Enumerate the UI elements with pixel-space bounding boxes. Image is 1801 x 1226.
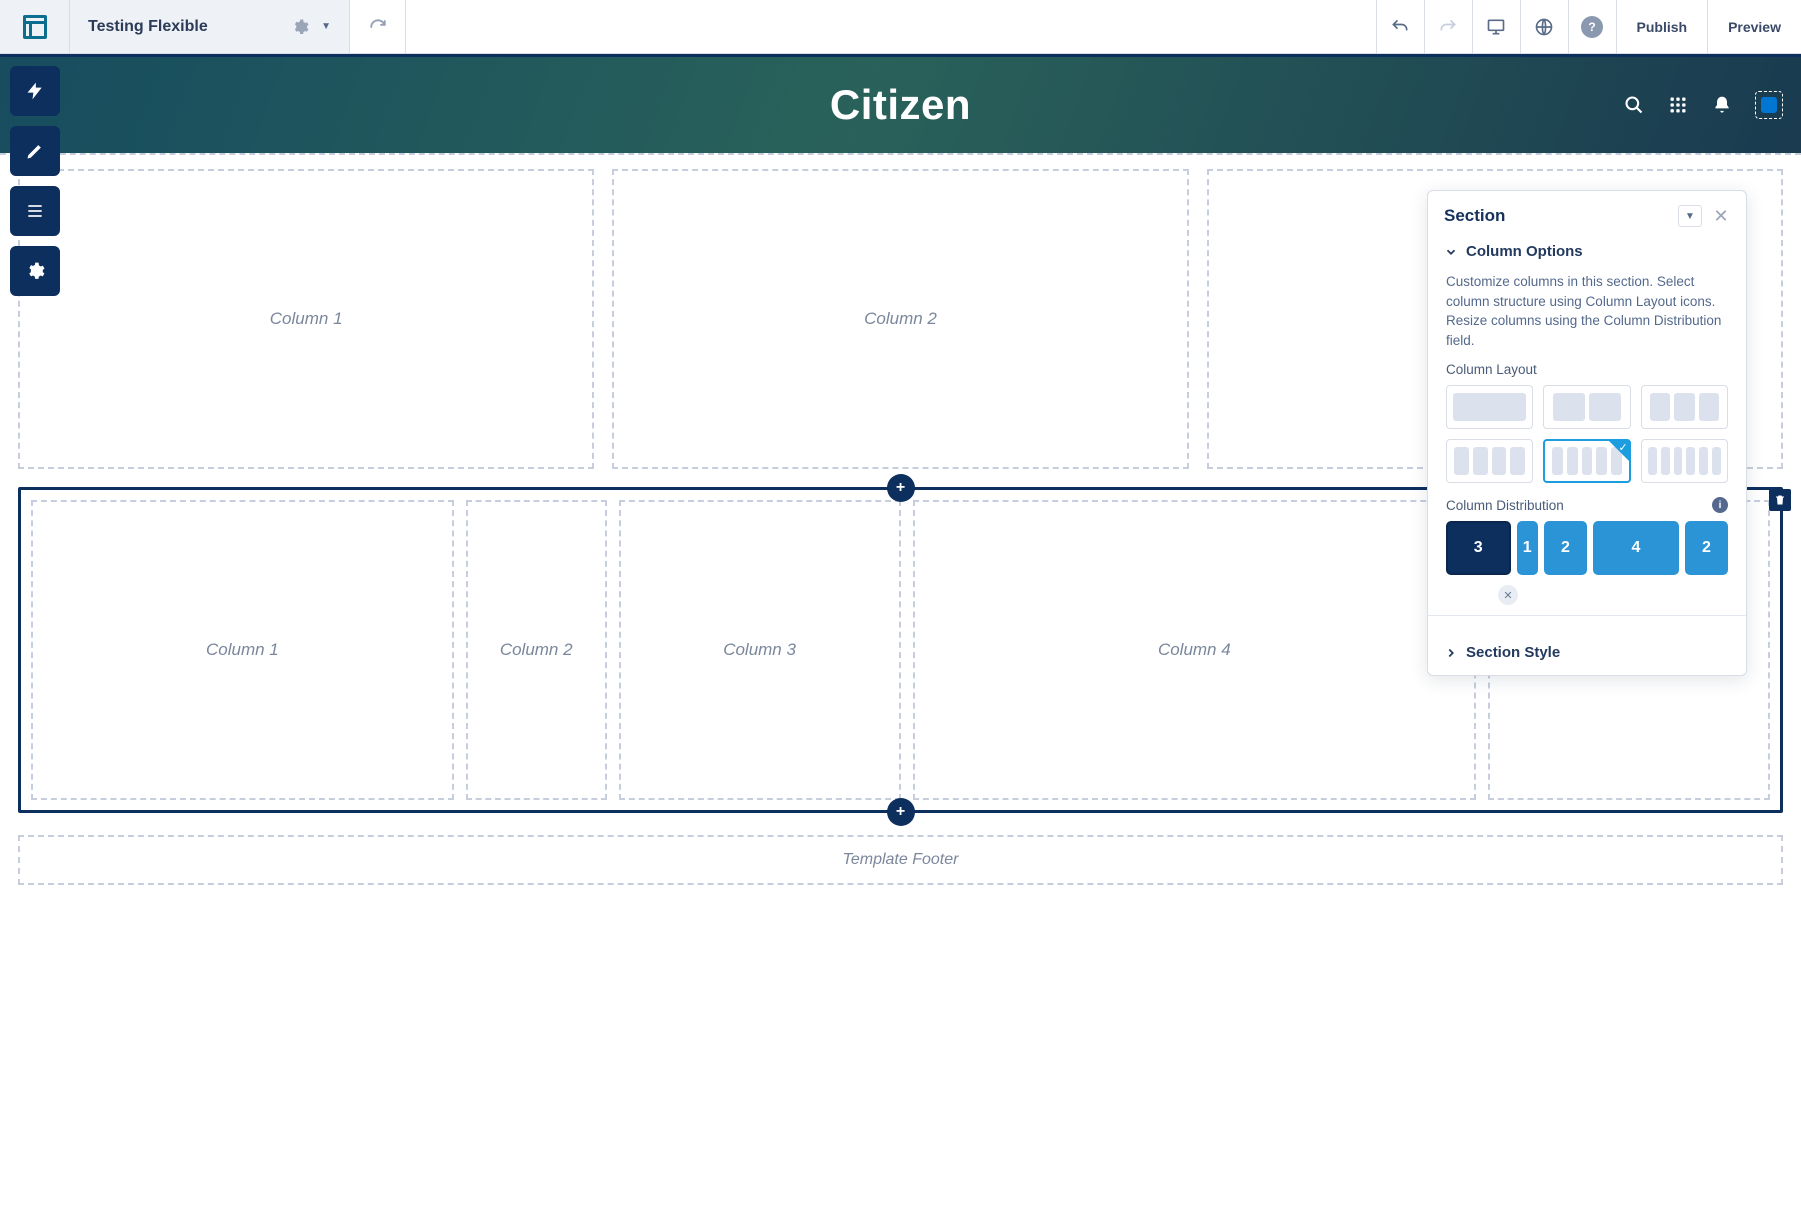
refresh-button[interactable]: [350, 0, 406, 53]
panel-description: Customize columns in this section. Selec…: [1446, 272, 1728, 350]
panel-close-button[interactable]: ✕: [1710, 205, 1732, 227]
builder-logo-icon: [23, 15, 47, 39]
dist-col-2[interactable]: 1: [1517, 521, 1539, 575]
section2-column-3[interactable]: Column 3: [619, 500, 901, 800]
column-placeholder: Column 3: [723, 640, 796, 660]
panel-title: Section: [1444, 206, 1670, 226]
undo-button[interactable]: [1376, 0, 1424, 53]
column-layout-label: Column Layout: [1446, 362, 1728, 377]
property-panel: Section ▼ ✕ Column Options Customize col…: [1427, 190, 1747, 676]
rail-page-structure-button[interactable]: [10, 186, 60, 236]
help-icon: ?: [1581, 16, 1603, 38]
accordion-label: Section Style: [1466, 644, 1560, 661]
hero-search-icon[interactable]: [1623, 94, 1645, 116]
hero-icon-bar: [1623, 91, 1783, 119]
add-section-below-button[interactable]: +: [887, 798, 915, 826]
column-options-accordion[interactable]: Column Options: [1428, 233, 1746, 268]
column-placeholder: Column 2: [864, 309, 937, 329]
preview-button[interactable]: Preview: [1707, 0, 1801, 53]
column-distribution-label: Column Distribution: [1446, 498, 1712, 513]
section2-column-1[interactable]: Column 1: [31, 500, 454, 800]
hero-account-icon[interactable]: [1755, 91, 1783, 119]
page-name: Testing Flexible: [88, 18, 279, 36]
dist-val: 4: [1632, 539, 1641, 557]
section2-column-2[interactable]: Column 2: [466, 500, 607, 800]
column-placeholder: Column 1: [206, 640, 279, 660]
accordion-label: Column Options: [1466, 243, 1583, 260]
column-placeholder: Column 4: [1158, 640, 1231, 660]
section1-column-2[interactable]: Column 2: [612, 169, 1188, 469]
dist-val: 1: [1523, 539, 1532, 557]
panel-dropdown-button[interactable]: ▼: [1678, 205, 1702, 227]
column-placeholder: Column 2: [500, 640, 573, 660]
layout-4col[interactable]: [1446, 439, 1533, 483]
section-style-accordion[interactable]: Section Style: [1428, 630, 1746, 675]
dist-col-1[interactable]: 3: [1446, 521, 1511, 575]
check-icon: ✓: [1618, 441, 1627, 454]
globe-button[interactable]: [1520, 0, 1568, 53]
layout-2col[interactable]: [1543, 385, 1630, 429]
left-rail: [0, 56, 58, 306]
dist-val: 2: [1561, 539, 1570, 557]
app-logo[interactable]: [0, 0, 70, 53]
column-placeholder: Column 1: [270, 309, 343, 329]
section1-column-1[interactable]: Column 1: [18, 169, 594, 469]
rail-settings-button[interactable]: [10, 246, 60, 296]
section2-column-4[interactable]: Column 4: [913, 500, 1477, 800]
layout-5col[interactable]: ✓: [1543, 439, 1630, 483]
publish-label: Publish: [1637, 19, 1688, 35]
rail-components-button[interactable]: [10, 66, 60, 116]
page-dropdown-caret-icon[interactable]: ▼: [321, 21, 331, 32]
theme-header[interactable]: Citizen: [0, 57, 1801, 153]
layout-3col[interactable]: [1641, 385, 1728, 429]
distribution-remove-button[interactable]: ✕: [1498, 585, 1518, 605]
layout-6col[interactable]: [1641, 439, 1728, 483]
dist-col-5[interactable]: 2: [1685, 521, 1728, 575]
site-title: Citizen: [830, 81, 971, 129]
footer-label: Template Footer: [843, 851, 959, 869]
rail-theme-button[interactable]: [10, 126, 60, 176]
delete-section-button[interactable]: [1769, 489, 1791, 511]
help-button[interactable]: ?: [1568, 0, 1616, 53]
page-settings-gear-icon[interactable]: [291, 18, 309, 36]
column-distribution-row: 3 1 2 4 2: [1446, 521, 1728, 575]
hero-apps-icon[interactable]: [1667, 94, 1689, 116]
template-footer[interactable]: Template Footer: [18, 835, 1783, 885]
add-section-above-button[interactable]: +: [887, 474, 915, 502]
dist-val: 2: [1702, 539, 1711, 557]
redo-button[interactable]: [1424, 0, 1472, 53]
publish-button[interactable]: Publish: [1616, 0, 1708, 53]
desktop-view-button[interactable]: [1472, 0, 1520, 53]
preview-label: Preview: [1728, 19, 1781, 35]
layout-1col[interactable]: [1446, 385, 1533, 429]
info-icon[interactable]: i: [1712, 497, 1728, 513]
dist-val: 3: [1474, 539, 1483, 557]
top-toolbar: Testing Flexible ▼ ? Publish Preview: [0, 0, 1801, 54]
dist-col-3[interactable]: 2: [1544, 521, 1587, 575]
column-layout-grid: ✓: [1446, 385, 1728, 483]
dist-col-4[interactable]: 4: [1593, 521, 1679, 575]
page-selector[interactable]: Testing Flexible ▼: [70, 0, 350, 53]
hero-notifications-icon[interactable]: [1711, 94, 1733, 116]
